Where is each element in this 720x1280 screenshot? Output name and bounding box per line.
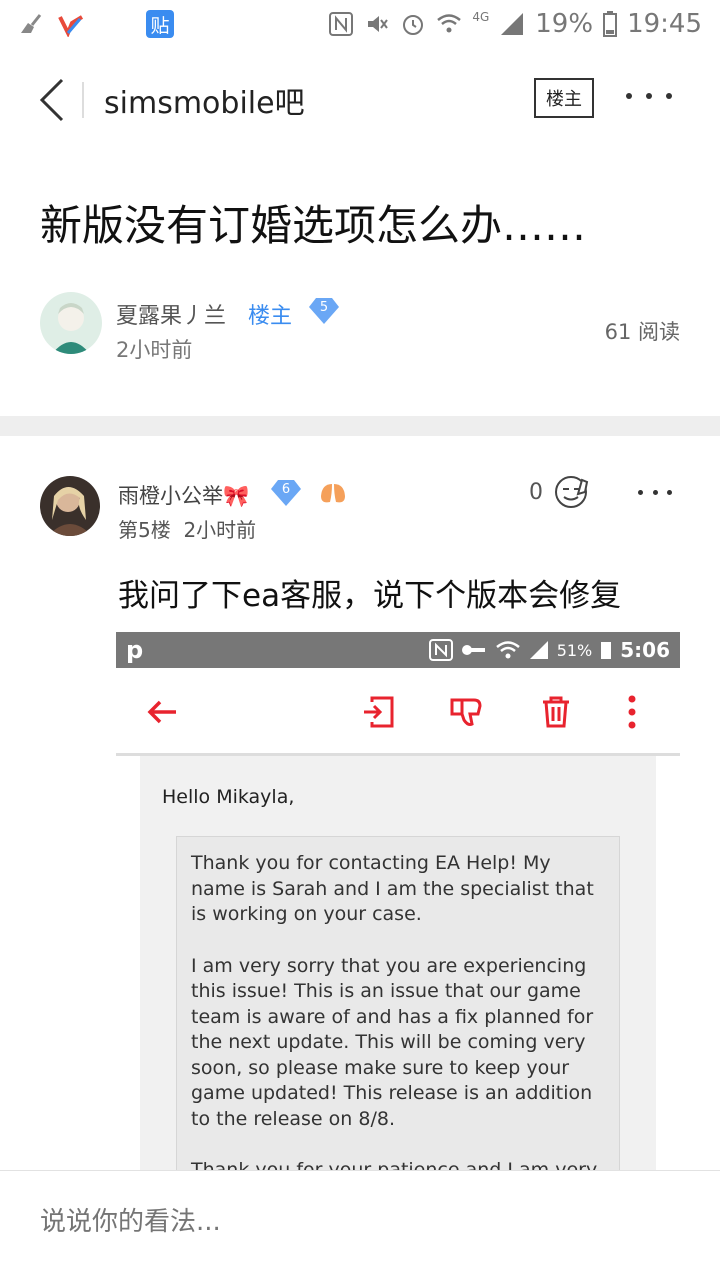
network-type-label: 4G: [472, 10, 490, 24]
reply-user-avatar[interactable]: [40, 476, 100, 536]
post-title: 新版没有订婚选项怎么办……: [40, 201, 587, 250]
image-trash-icon: [543, 696, 569, 728]
image-status-bar: p 51% 5:06: [116, 632, 680, 668]
image-paragraph: I am very sorry that you are experiencin…: [191, 954, 594, 1130]
top-nav-bar: simsmobile吧 楼主: [0, 62, 720, 138]
status-bar: 贴 4G 19% 19:45: [0, 0, 720, 48]
broom-icon: [21, 14, 42, 33]
clock: 19:45: [627, 9, 702, 39]
like-count: 0: [529, 480, 543, 505]
reply-user-name[interactable]: 雨橙小公举🎀: [118, 480, 249, 510]
image-move-to-icon: [364, 696, 394, 728]
lung-medal-icon: [321, 484, 345, 503]
nfc-icon: [329, 12, 354, 36]
image-report-spam-icon: [450, 698, 482, 726]
level-number: 5: [319, 300, 329, 315]
op-tag: 楼主: [248, 304, 293, 329]
more-options-icon[interactable]: [626, 76, 672, 116]
like-thumb-icon[interactable]: [552, 474, 592, 510]
header-divider: [82, 82, 84, 118]
alarm-icon: [403, 15, 424, 35]
image-clock: 5:06: [620, 638, 670, 662]
mute-icon: [368, 16, 389, 32]
image-battery-icon: [601, 642, 612, 659]
image-status-letter: p: [126, 636, 144, 664]
image-mail-toolbar: [116, 668, 680, 756]
image-wifi-icon: [495, 641, 520, 659]
only-op-button[interactable]: 楼主: [534, 78, 594, 118]
battery-percent: 19%: [535, 9, 594, 39]
comment-input[interactable]: [40, 1207, 680, 1237]
level-badge-icon: 5: [308, 296, 340, 326]
image-overflow-icon: [628, 695, 636, 729]
image-paragraph: Thank you for contacting EA Help! My nam…: [191, 852, 594, 925]
reply-image[interactable]: p 51% 5:06 Hello Mikayla, Thank you for …: [116, 632, 680, 1180]
reply-level-badge-icon: 6: [270, 478, 302, 508]
section-separator: [0, 416, 720, 436]
tieba-notification-icon: 贴: [146, 10, 174, 38]
reply-floor: 第5楼: [118, 518, 171, 542]
image-back-arrow-icon: [147, 700, 176, 724]
image-key-icon: [461, 645, 485, 655]
reply-more-icon[interactable]: [638, 488, 672, 496]
reply-floor-time: 第5楼 2小时前: [118, 514, 256, 543]
image-greeting: Hello Mikayla,: [162, 786, 295, 808]
wifi-icon: [437, 14, 462, 33]
image-email-body: Hello Mikayla, Thank you for contacting …: [140, 756, 656, 1180]
reply-time: 2小时前: [183, 518, 257, 542]
signal-icon: [501, 13, 524, 35]
reply-text: 我问了下ea客服，说下个版本会修复: [118, 578, 622, 614]
forum-title[interactable]: simsmobile吧: [104, 78, 305, 122]
image-email-quote: Thank you for contacting EA Help! My nam…: [176, 836, 620, 1180]
author-name[interactable]: 夏露果丿兰: [116, 298, 226, 330]
post-time: 2小时前: [116, 338, 193, 362]
back-arrow-icon[interactable]: [32, 76, 72, 124]
reply-level-number: 6: [281, 482, 291, 497]
post-author-row: 夏露果丿兰 楼主 5 2小时前 61 阅读: [40, 292, 680, 362]
image-nfc-icon: [428, 639, 453, 661]
author-avatar[interactable]: [40, 292, 102, 354]
app-logo-icon: [58, 15, 84, 37]
comment-bar: [0, 1170, 720, 1280]
battery-icon: [603, 11, 618, 37]
read-count: 61 阅读: [604, 320, 680, 344]
image-signal-icon: [529, 641, 548, 659]
image-battery: 51%: [556, 640, 593, 660]
